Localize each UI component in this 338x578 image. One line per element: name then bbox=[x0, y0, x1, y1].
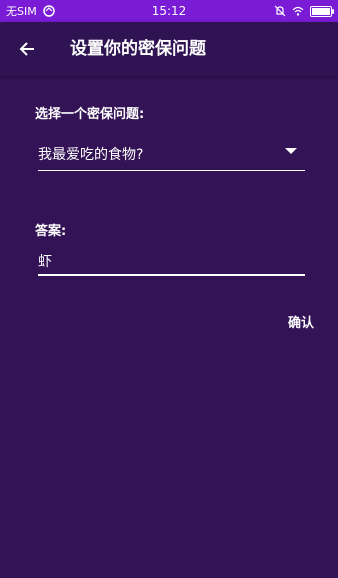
status-right bbox=[274, 0, 334, 22]
answer-field[interactable] bbox=[38, 250, 305, 276]
battery-level-fill bbox=[312, 7, 330, 15]
page-title: 设置你的密保问题 bbox=[70, 39, 206, 59]
app-bar: 设置你的密保问题 bbox=[0, 22, 338, 76]
arrow-left-icon bbox=[19, 42, 34, 56]
question-label: 选择一个密保问题: bbox=[35, 107, 145, 122]
dnd-icon bbox=[274, 5, 286, 17]
battery-icon bbox=[310, 5, 334, 17]
question-selected-value: 我最爱吃的食物? bbox=[38, 147, 144, 163]
answer-input[interactable] bbox=[38, 250, 298, 272]
dropdown-arrow-icon bbox=[285, 148, 297, 154]
confirm-button[interactable]: 确认 bbox=[288, 312, 314, 331]
status-bar: 无SIM 15:12 bbox=[0, 0, 338, 22]
answer-label: 答案: bbox=[35, 224, 67, 239]
question-dropdown[interactable]: 我最爱吃的食物? bbox=[38, 140, 305, 171]
wifi-icon bbox=[292, 6, 304, 16]
back-button[interactable] bbox=[14, 36, 40, 62]
